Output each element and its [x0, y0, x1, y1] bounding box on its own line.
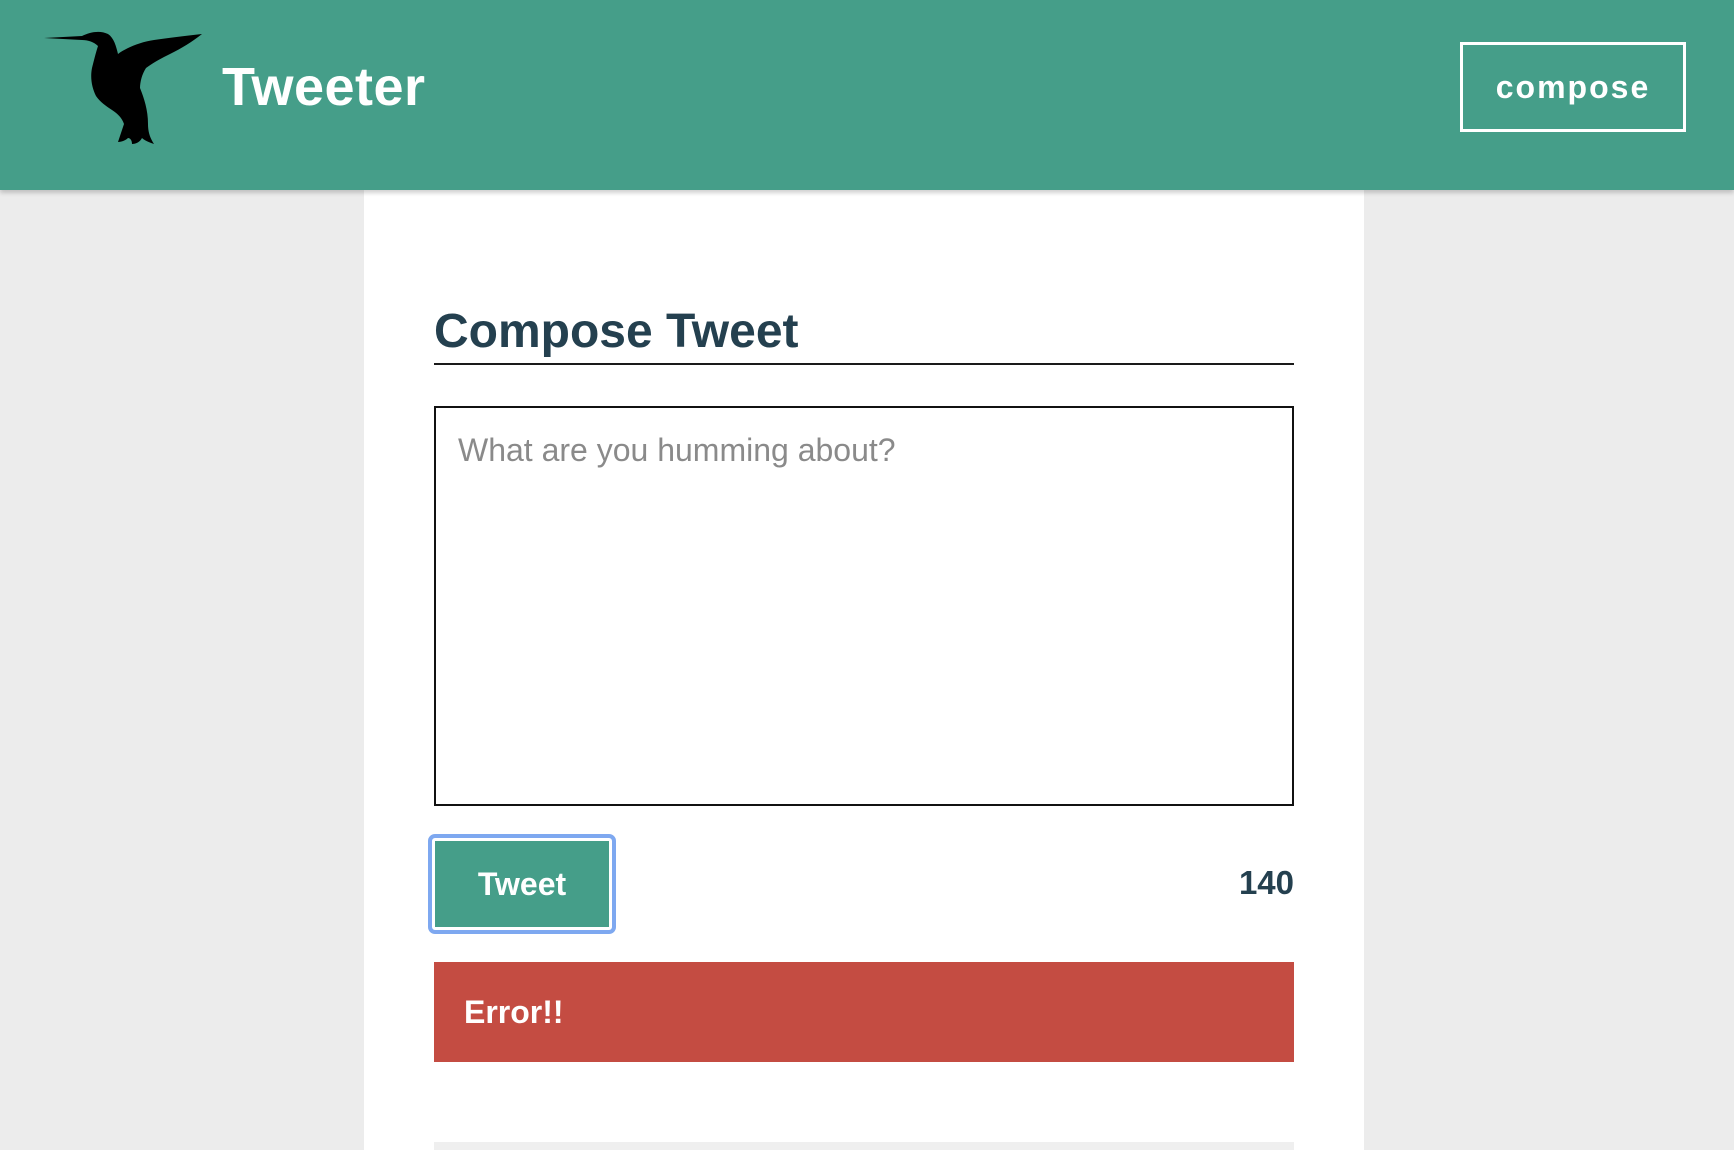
error-banner: Error!! — [434, 962, 1294, 1062]
tweet-text-input[interactable] — [434, 406, 1294, 806]
compose-button[interactable]: compose — [1460, 42, 1686, 132]
error-message: Error!! — [464, 993, 564, 1030]
tweets-section-divider — [434, 1142, 1294, 1150]
hummingbird-icon — [44, 31, 202, 145]
title-divider — [434, 363, 1294, 365]
brand-title: Tweeter — [222, 57, 426, 117]
top-nav-bar: Tweeter compose — [0, 0, 1734, 190]
compose-panel: Compose Tweet Tweet 140 Error!! — [364, 190, 1364, 1150]
tweet-submit-button[interactable]: Tweet — [428, 834, 616, 934]
character-counter: 140 — [1238, 864, 1294, 901]
page-title: Compose Tweet — [434, 305, 799, 358]
